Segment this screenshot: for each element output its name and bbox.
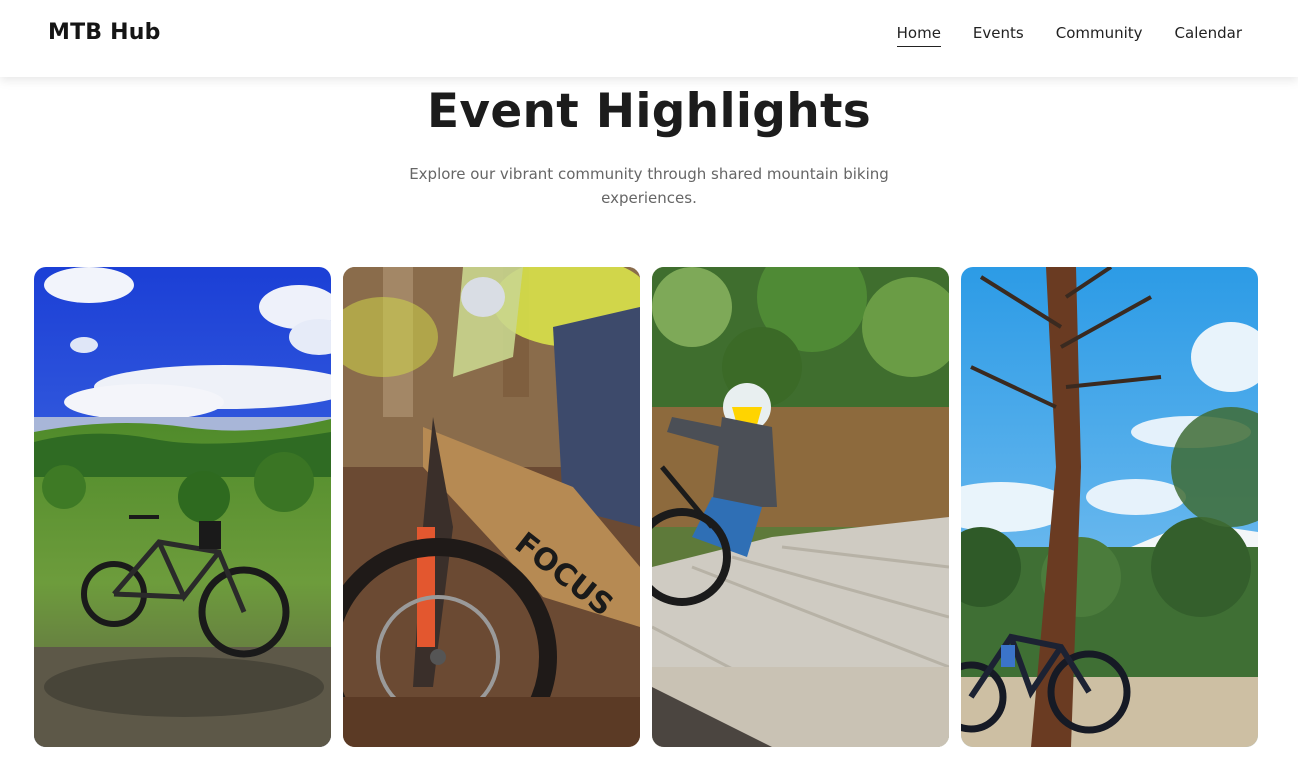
nav-link-community[interactable]: Community (1056, 24, 1143, 47)
nav-link-home[interactable]: Home (896, 24, 941, 47)
bike-under-tree-image (961, 267, 1258, 747)
bike-on-hillside-photo[interactable] (34, 267, 331, 747)
nav-link-calendar[interactable]: Calendar (1175, 24, 1242, 47)
brand-logo[interactable]: MTB Hub (48, 20, 161, 45)
bike-on-hillside-image (34, 267, 331, 747)
page-title: Event Highlights (426, 84, 872, 139)
top-navbar: MTB Hub Home Events Community Calendar (0, 0, 1298, 77)
focus-bike-rider-photo[interactable]: FOCUS (343, 267, 640, 747)
main-nav: Home Events Community Calendar (896, 24, 1242, 47)
nav-link-events[interactable]: Events (973, 24, 1024, 47)
focus-bike-rider-image: FOCUS (343, 267, 640, 747)
rider-on-wall-ride-image (652, 267, 949, 747)
event-gallery: FOCUS (34, 267, 1258, 747)
bike-under-tree-photo[interactable] (961, 267, 1258, 747)
rider-on-wall-ride-photo[interactable] (652, 267, 949, 747)
page-subtitle: Explore our vibrant community through sh… (409, 165, 889, 207)
